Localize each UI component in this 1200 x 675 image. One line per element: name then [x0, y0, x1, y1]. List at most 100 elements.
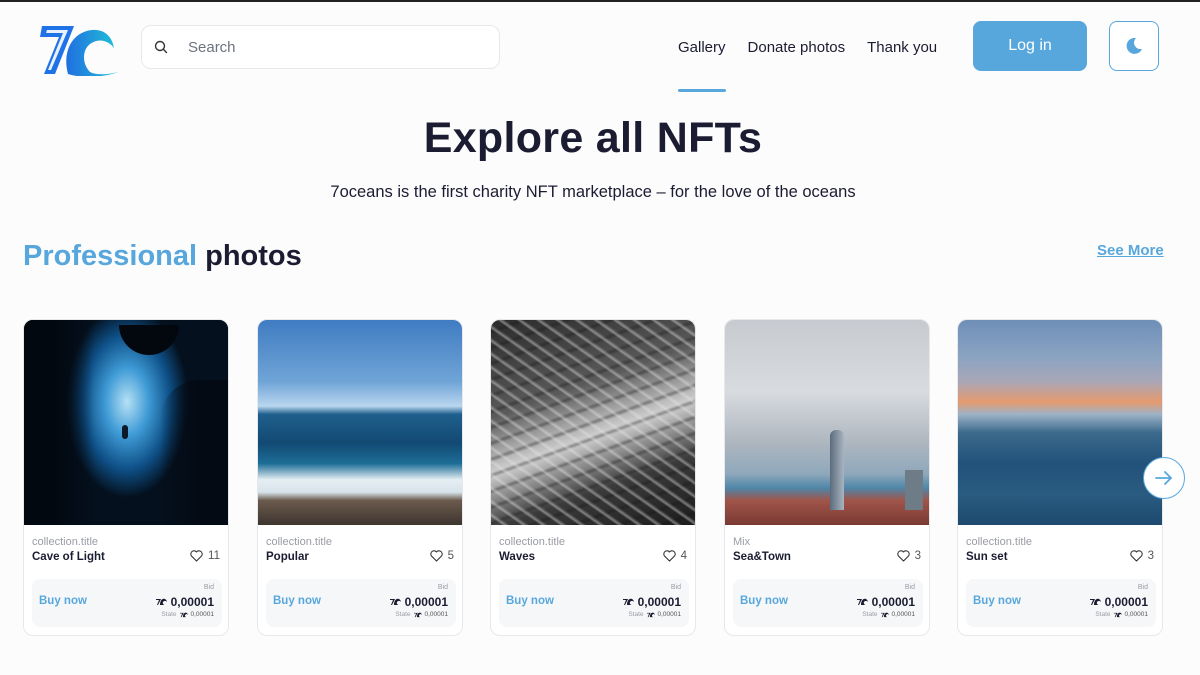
nft-card[interactable]: collection.title Popular 5 Buy now Bid 0… [257, 319, 463, 636]
like-count: 3 [1147, 550, 1154, 562]
heart-icon [190, 550, 203, 562]
nft-photo-sea-and-town[interactable] [725, 320, 929, 525]
price: 0,00001 [856, 595, 915, 609]
section-title-rest: photos [205, 240, 302, 272]
nft-name: Sea&Town [733, 551, 791, 563]
like-count: 5 [447, 550, 454, 562]
price-value: 0,00001 [637, 595, 681, 609]
state-label: State [1095, 611, 1111, 618]
nft-name: Waves [499, 551, 536, 563]
buy-now-button[interactable]: Buy now [740, 595, 788, 607]
state-price: State 0,00001 [1095, 611, 1148, 618]
state-label: State [628, 611, 644, 618]
collection-title: Mix [733, 536, 751, 548]
nav-donate-photos[interactable]: Donate photos [748, 38, 846, 58]
like-button[interactable]: 11 [190, 550, 220, 562]
state-value: 0,00001 [424, 611, 449, 618]
price: 0,00001 [622, 595, 681, 609]
search-icon [154, 40, 168, 54]
heart-icon [1129, 550, 1143, 562]
collection-title: collection.title [966, 536, 1033, 548]
price-value: 0,00001 [170, 595, 214, 609]
token-icon [1113, 612, 1122, 617]
collection-title: collection.title [32, 536, 99, 548]
nft-photo-sun-set[interactable] [958, 320, 1162, 525]
bid-label: Bid [437, 584, 448, 591]
like-count: 11 [208, 550, 220, 562]
moon-icon [1126, 37, 1142, 54]
header: Gallery Donate photos Thank you Log in [0, 2, 1200, 97]
price: 0,00001 [1089, 595, 1148, 609]
token-icon [179, 612, 188, 617]
page-title: Explore all NFTs [423, 114, 763, 162]
state-price: State 0,00001 [395, 611, 448, 618]
token-icon [856, 598, 868, 605]
price-value: 0,00001 [871, 595, 915, 609]
like-count: 3 [914, 550, 921, 562]
section-title-accent: Professional [23, 240, 198, 272]
state-price: State 0,00001 [862, 611, 915, 618]
nft-photo-cave-of-light[interactable] [24, 320, 228, 525]
buy-now-button[interactable]: Buy now [39, 595, 87, 607]
nft-name: Sun set [966, 551, 1008, 563]
token-icon [413, 612, 422, 617]
buy-box: Buy now Bid 0,00001 State 0,00001 [966, 579, 1156, 627]
arrow-right-icon [1155, 471, 1172, 485]
like-button[interactable]: 4 [662, 550, 687, 562]
buy-box: Buy now Bid 0,00001 State 0,00001 [499, 579, 689, 627]
state-value: 0,00001 [657, 611, 682, 618]
token-icon [389, 598, 401, 605]
state-label: State [862, 611, 878, 618]
collection-title: collection.title [499, 536, 566, 548]
search-input[interactable] [188, 38, 468, 56]
state-value: 0,00001 [1124, 611, 1149, 618]
buy-box: Buy now Bid 0,00001 State 0,00001 [32, 579, 222, 627]
logo-icon[interactable] [38, 22, 120, 76]
token-icon [646, 612, 655, 617]
token-icon [622, 598, 634, 605]
buy-box: Buy now Bid 0,00001 State 0,00001 [733, 579, 923, 627]
nft-photo-waves[interactable] [491, 320, 695, 525]
price-value: 0,00001 [404, 595, 448, 609]
state-label: State [161, 611, 177, 618]
buy-now-button[interactable]: Buy now [273, 595, 321, 607]
carousel-next-button[interactable] [1143, 457, 1185, 499]
nft-card[interactable]: Mix Sea&Town 3 Buy now Bid 0,00001 State… [724, 319, 930, 636]
buy-now-button[interactable]: Buy now [506, 595, 554, 607]
state-price: State 0,00001 [628, 611, 681, 618]
page-subtitle: 7oceans is the first charity NFT marketp… [330, 183, 856, 201]
nft-card[interactable]: collection.title Sun set 3 Buy now Bid 0… [957, 319, 1163, 636]
token-icon [880, 612, 889, 617]
nft-card[interactable]: collection.title Cave of Light 11 Buy no… [23, 319, 229, 636]
state-value: 0,00001 [190, 611, 215, 618]
bid-label: Bid [904, 584, 915, 591]
nft-name: Cave of Light [32, 551, 105, 563]
nav-thank-you[interactable]: Thank you [867, 38, 937, 58]
heart-icon [429, 550, 443, 562]
state-label: State [395, 611, 411, 618]
buy-now-button[interactable]: Buy now [973, 595, 1021, 607]
price: 0,00001 [155, 595, 214, 609]
token-icon [155, 598, 167, 605]
nft-name: Popular [266, 551, 309, 563]
heart-icon [896, 550, 910, 562]
price: 0,00001 [389, 595, 448, 609]
like-button[interactable]: 5 [429, 550, 454, 562]
see-more-link[interactable]: See More [1097, 242, 1164, 259]
theme-toggle-button[interactable] [1109, 21, 1159, 71]
nft-card[interactable]: collection.title Waves 4 Buy now Bid 0,0… [490, 319, 696, 636]
like-button[interactable]: 3 [896, 550, 921, 562]
bid-label: Bid [203, 584, 214, 591]
token-icon [1089, 598, 1101, 605]
price-value: 0,00001 [1104, 595, 1148, 609]
nav-gallery[interactable]: Gallery [678, 38, 726, 92]
like-button[interactable]: 3 [1129, 550, 1154, 562]
section-title: Professional photos [23, 240, 302, 273]
login-button[interactable]: Log in [973, 21, 1087, 71]
like-count: 4 [680, 550, 687, 562]
search-bar[interactable] [141, 25, 500, 69]
buy-box: Buy now Bid 0,00001 State 0,00001 [266, 579, 456, 627]
nft-photo-popular[interactable] [258, 320, 462, 525]
state-price: State 0,00001 [161, 611, 214, 618]
collection-title: collection.title [266, 536, 333, 548]
